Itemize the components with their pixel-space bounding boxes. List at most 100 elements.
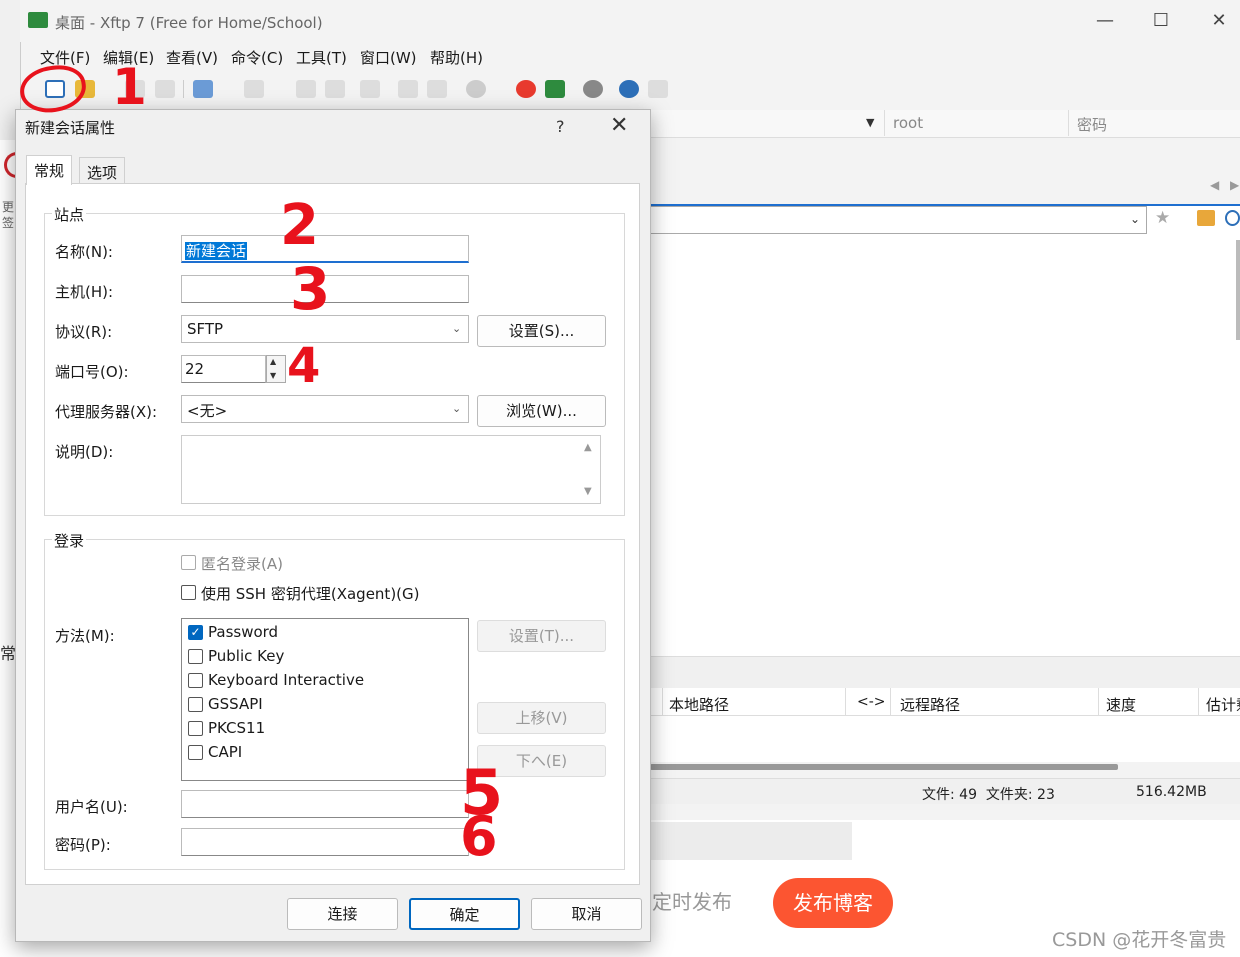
close-window-button[interactable]: ✕ [1204, 8, 1234, 34]
ok-button[interactable]: 确定 [409, 898, 520, 930]
view-icon[interactable] [244, 80, 264, 98]
username-input[interactable] [181, 790, 469, 818]
method-checkbox-public-key[interactable] [188, 649, 203, 664]
method-checkbox-capi[interactable] [188, 745, 203, 760]
session-settings-icon[interactable] [193, 80, 213, 98]
upload-icon[interactable] [296, 80, 316, 98]
column-direction[interactable]: <-> [857, 694, 886, 710]
chevron-down-icon[interactable]: ⌄ [1130, 212, 1140, 226]
scroll-down-icon[interactable]: ▼ [584, 486, 592, 497]
anonymous-label: 匿名登录(A) [201, 555, 283, 573]
method-settings-button[interactable]: 设置(T)... [477, 620, 606, 652]
file-list-pane[interactable] [650, 236, 1240, 656]
window-title: 桌面 - Xftp 7 (Free for Home/School) [55, 14, 323, 32]
method-checkbox-password[interactable]: ✓ [188, 625, 203, 640]
annotation-1: 1 [112, 58, 147, 116]
chat-icon[interactable] [648, 80, 668, 98]
home-icon[interactable] [1197, 210, 1215, 226]
username-label: 用户名(U): [55, 798, 128, 816]
proxy-label: 代理服务器(X): [55, 403, 158, 421]
transfer-icon[interactable] [360, 80, 380, 98]
move-up-button[interactable]: 上移(V) [477, 702, 606, 734]
method-label-gssapi: GSSAPI [208, 695, 263, 713]
protocol-settings-button[interactable]: 设置(S)... [477, 315, 606, 347]
method-label-pkcs11: PKCS11 [208, 719, 266, 737]
copy-icon[interactable] [398, 80, 418, 98]
horizontal-scrollbar[interactable] [650, 764, 1118, 770]
vertical-scrollbar[interactable] [1236, 240, 1240, 340]
column-remote-path[interactable]: 远程路径 [900, 694, 960, 715]
method-label-keyboard-interactive: Keyboard Interactive [208, 671, 365, 689]
name-label: 名称(N): [55, 243, 113, 261]
xftp-icon[interactable] [545, 80, 565, 98]
port-input[interactable]: 22 [181, 355, 266, 383]
password-quick-field[interactable]: 密码 [1068, 110, 1240, 136]
publish-blog-button[interactable]: 发布博客 [773, 878, 893, 928]
annotation-3: 3 [290, 255, 331, 323]
menu-command[interactable]: 命令(C) [231, 47, 283, 68]
tab-general[interactable]: 常规 [26, 155, 73, 185]
proxy-browse-button[interactable]: 浏览(W)... [477, 395, 606, 427]
transfer-list[interactable] [650, 716, 1240, 762]
spin-down-icon[interactable]: ▼ [270, 371, 276, 380]
star-icon[interactable]: ★ [1155, 208, 1170, 228]
menu-tools[interactable]: 工具(T) [296, 47, 347, 68]
column-divider [890, 688, 891, 716]
paste-icon[interactable] [427, 80, 447, 98]
column-speed[interactable]: 速度 [1106, 694, 1136, 715]
transfer-tabs-strip [650, 656, 1240, 688]
method-label: 方法(M): [55, 627, 115, 645]
proxy-select[interactable]: <无> [181, 395, 469, 423]
chevron-down-icon[interactable]: ▼ [866, 116, 874, 129]
menu-window[interactable]: 窗口(W) [360, 47, 417, 68]
annotation-6: 6 [460, 805, 498, 868]
help-icon[interactable] [619, 80, 639, 98]
description-label: 说明(D): [55, 443, 114, 461]
menu-help[interactable]: 帮助(H) [430, 47, 483, 68]
help-button[interactable]: ? [556, 117, 565, 136]
column-eta[interactable]: 估计剩 [1206, 694, 1240, 715]
scroll-left-icon[interactable]: ◀ [1210, 178, 1219, 192]
column-divider [845, 688, 846, 716]
dialog-close-button[interactable]: ✕ [610, 113, 628, 138]
scroll-up-icon[interactable]: ▲ [584, 442, 592, 453]
proxy-value: <无> [187, 402, 228, 420]
schedule-publish-button[interactable]: 定时发布 [652, 878, 762, 926]
download-icon[interactable] [325, 80, 345, 98]
xagent-checkbox[interactable] [181, 585, 196, 600]
spin-up-icon[interactable]: ▲ [270, 357, 276, 366]
chevron-down-icon[interactable]: ⌄ [452, 402, 461, 415]
protocol-label: 协议(R): [55, 323, 113, 341]
description-textarea[interactable] [181, 435, 601, 504]
disconnect-icon[interactable] [155, 80, 175, 98]
status-size: 516.42MB [1136, 784, 1207, 800]
annotation-4: 4 [287, 338, 321, 394]
tab-options[interactable]: 选项 [79, 157, 126, 183]
username-quick-field[interactable]: root [884, 110, 1069, 136]
anonymous-checkbox[interactable] [181, 555, 196, 570]
connect-button[interactable]: 连接 [287, 898, 398, 930]
method-checkbox-gssapi[interactable] [188, 697, 203, 712]
column-divider [1098, 688, 1099, 716]
column-local-path[interactable]: 本地路径 [669, 694, 729, 715]
stop-icon[interactable] [466, 80, 486, 98]
password-input[interactable] [181, 828, 469, 856]
name-value: 新建会话 [185, 242, 248, 260]
port-label: 端口号(O): [55, 363, 129, 381]
scroll-right-icon[interactable]: ▶ [1230, 178, 1239, 192]
annotation-2: 2 [280, 193, 319, 258]
minimize-button[interactable]: — [1090, 8, 1120, 34]
chevron-down-icon[interactable]: ⌄ [452, 322, 461, 335]
remote-path-input[interactable] [650, 206, 1147, 234]
gear-icon[interactable] [583, 80, 603, 98]
method-checkbox-pkcs11[interactable] [188, 721, 203, 736]
footer-gray-block [640, 822, 852, 860]
side-char: 常 [0, 644, 17, 663]
refresh-icon[interactable] [1225, 210, 1240, 226]
password-label: 密码(P): [55, 836, 111, 854]
cancel-button[interactable]: 取消 [531, 898, 642, 930]
maximize-button[interactable]: ☐ [1146, 8, 1176, 34]
xshell-icon[interactable] [516, 80, 536, 98]
menu-view[interactable]: 查看(V) [166, 47, 218, 68]
method-checkbox-keyboard-interactive[interactable] [188, 673, 203, 688]
